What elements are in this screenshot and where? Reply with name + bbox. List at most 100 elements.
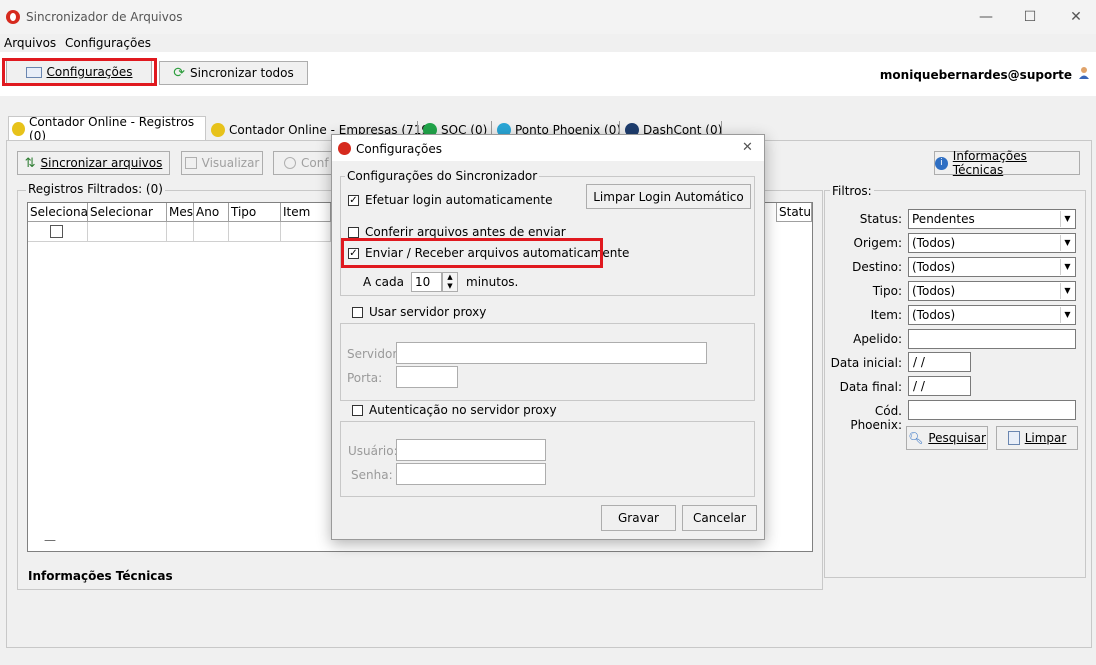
column-header[interactable]: Mes [167,203,194,222]
column-header[interactable]: Selecionar [28,203,88,222]
status-select[interactable]: Pendentes ▼ [908,209,1076,229]
tipo-select[interactable]: (Todos) ▼ [908,281,1076,301]
proxy-auth-checkbox[interactable] [352,405,363,416]
search-button[interactable]: 🔍︎ Pesquisar [906,426,988,450]
save-label: Gravar [618,511,659,525]
search-label: Pesquisar [928,431,986,445]
sync-all-label: Sincronizar todos [189,66,294,80]
save-button[interactable]: Gravar [601,505,676,531]
origem-label: Origem: [853,236,902,250]
column-header[interactable]: Ano [194,203,229,222]
row-checkbox[interactable] [50,225,63,238]
cod-phoenix-label: Cód. Phoenix: [850,404,902,432]
highlight-box [2,58,157,86]
contador-online-icon [12,121,26,136]
proxy-auth-label: Autenticação no servidor proxy [369,403,557,417]
destino-value: (Todos) [912,260,956,274]
tech-info-label: Informações Técnicas [28,569,173,583]
destino-label: Destino: [852,260,902,274]
clear-auto-login-button[interactable]: Limpar Login Automático [586,184,751,209]
port-label: Porta: [347,371,383,385]
user-icon [1079,67,1089,79]
destino-select[interactable]: (Todos) ▼ [908,257,1076,277]
menu-arquivos[interactable]: Arquivos [4,36,56,50]
tipo-label: Tipo: [872,284,902,298]
close-button[interactable]: ✕ [1066,8,1086,26]
row-marker: — [44,533,56,547]
password-label: Senha: [351,468,393,482]
tech-info-button-label: Informações Técnicas [952,149,1027,177]
apelido-label: Apelido: [853,332,902,346]
sync-files-icon: ⇅ [24,155,36,171]
data-final-label: Data final: [839,380,902,394]
use-proxy-checkbox[interactable] [352,307,363,318]
check-files-label: Conferir arquivos antes de enviar [365,225,566,239]
check-icon [284,157,296,169]
use-proxy-label: Usar servidor proxy [369,305,487,319]
minimize-button[interactable]: — [976,8,996,26]
sync-files-label: Sincronizar arquivos [40,156,163,170]
search-icon: 🔍︎ [908,431,924,445]
clear-auto-login-label: Limpar Login Automático [593,189,744,204]
filters-title: Filtros: [830,184,874,198]
tech-info-button[interactable]: i Informações Técnicas [934,149,1080,177]
contador-online-icon [211,123,225,137]
tipo-value: (Todos) [912,284,956,298]
view-icon [184,157,197,169]
user-input[interactable] [396,439,546,461]
cod-phoenix-input[interactable] [908,400,1076,420]
view-button[interactable]: Visualizar [181,151,263,175]
menu-configuracoes[interactable]: Configurações [65,36,151,50]
chevron-down-icon: ▼ [1060,307,1074,323]
user-label: Usuário: [348,444,398,458]
configuracoes-dialog: Configurações ✕ Configurações do Sincron… [331,134,765,540]
data-inicial-label: Data inicial: [830,356,902,370]
column-header[interactable]: Tipo [229,203,281,222]
column-header[interactable]: Status [776,203,812,222]
apelido-input[interactable] [908,329,1076,349]
auto-login-label: Efetuar login automaticamente [365,193,553,207]
tab-label: Contador Online - Registros (0) [29,114,195,143]
sync-icon: ⟳ [173,65,185,81]
cancel-button[interactable]: Cancelar [682,505,757,531]
conferir-label: Conf [301,156,329,170]
table-cell [281,222,331,242]
server-label: Servidor: [347,347,402,361]
password-input[interactable] [396,463,546,485]
status-value: Pendentes [912,212,975,226]
table-cell [167,222,194,242]
origem-select[interactable]: (Todos) ▼ [908,233,1076,253]
auto-login-checkbox[interactable]: ✓ [348,195,359,206]
check-files-checkbox[interactable] [348,227,359,238]
highlight-box [341,238,603,268]
clear-button[interactable]: Limpar [996,426,1078,450]
every-label: A cada [363,275,404,289]
sync-all-button[interactable]: ⟳ Sincronizar todos [159,61,308,85]
data-final-input[interactable]: / / [908,376,971,396]
status-label: Status: [859,212,902,226]
cancel-label: Cancelar [693,511,746,525]
item-label: Item: [870,308,902,322]
column-header[interactable]: Selecionar [88,203,167,222]
table-cell [194,222,229,242]
item-select[interactable]: (Todos) ▼ [908,305,1076,325]
server-input[interactable] [396,342,707,364]
table-cell [229,222,281,242]
conferir-button[interactable]: Conf [273,151,333,175]
info-icon: i [935,156,948,170]
data-inicial-input[interactable]: / / [908,352,971,372]
dialog-title: Configurações [356,142,442,156]
interval-spinner[interactable]: ▲ ▼ [442,272,458,292]
chevron-down-icon: ▼ [1060,211,1074,227]
port-input[interactable] [396,366,458,388]
origem-value: (Todos) [912,236,956,250]
records-group-title: Registros Filtrados: (0) [26,182,165,196]
dialog-close-button[interactable]: ✕ [742,140,753,155]
column-header[interactable]: Item [281,203,331,222]
item-value: (Todos) [912,308,956,322]
maximize-button[interactable]: ☐ [1020,8,1040,26]
chevron-down-icon: ▼ [1060,283,1074,299]
tab-contador-registros[interactable]: Contador Online - Registros (0) [8,114,206,143]
interval-input[interactable]: 10 [411,272,442,292]
sync-files-button[interactable]: ⇅ Sincronizar arquivos [17,151,170,175]
